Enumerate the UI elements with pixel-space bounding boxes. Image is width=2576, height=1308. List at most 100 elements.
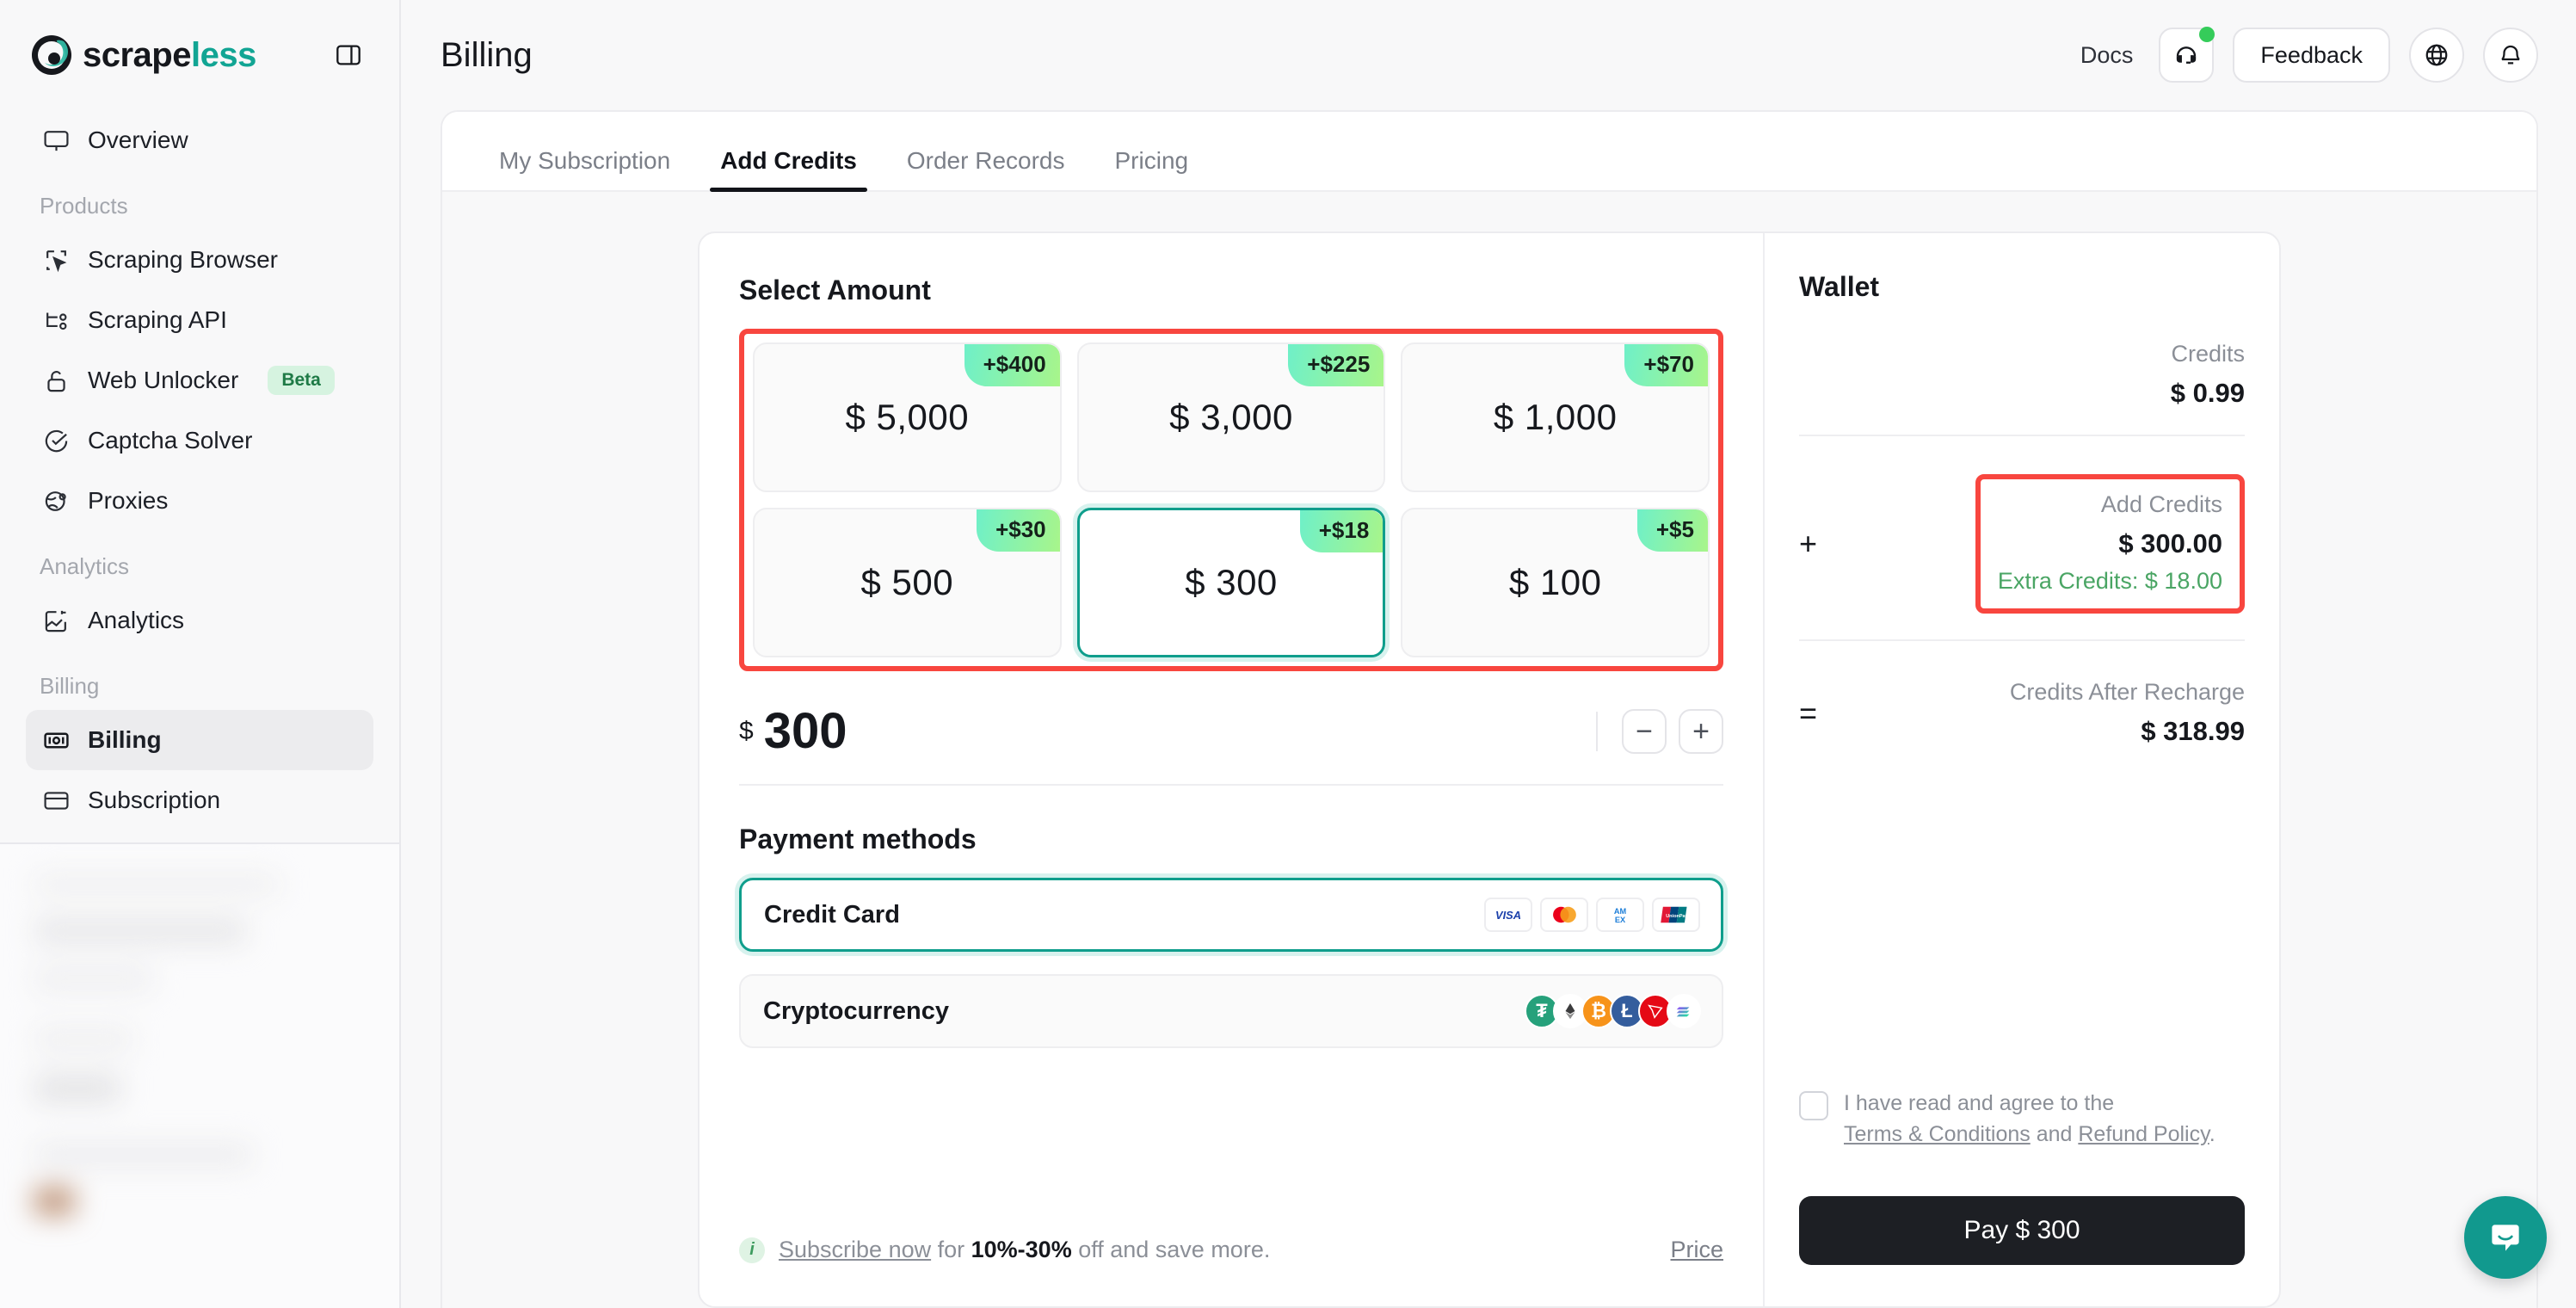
svg-text:AM: AM — [1614, 907, 1627, 916]
billing-content-card: My Subscription Add Credits Order Record… — [441, 110, 2538, 1308]
blur-line — [34, 1027, 133, 1052]
amount-input[interactable]: 300 — [764, 702, 847, 760]
price-link[interactable]: Price — [1670, 1237, 1723, 1263]
wallet-values: Credits $ 0.99 — [2171, 341, 2245, 409]
sidebar-item-label: Subscription — [88, 787, 220, 814]
add-credits-annotation-box: Add Credits $ 300.00 Extra Credits: $ 18… — [1975, 474, 2245, 614]
sidebar-item-label: Overview — [88, 126, 188, 154]
custom-amount-row: $ 300 − + — [739, 702, 1723, 786]
blur-line — [34, 873, 279, 896]
amount-stepper: − + — [1596, 709, 1723, 754]
sidebar-item-label: Web Unlocker — [88, 367, 238, 394]
sidebar-item-label: Billing — [88, 726, 162, 754]
sidebar-nav: Overview Products Scraping Browser Scrap… — [0, 110, 399, 830]
bonus-badge: +$225 — [1288, 344, 1384, 386]
amount-option-100[interactable]: +$5 $ 100 — [1401, 508, 1710, 657]
docs-link[interactable]: Docs — [2080, 42, 2134, 69]
sidebar-item-overview[interactable]: Overview — [26, 110, 373, 170]
tab-pricing[interactable]: Pricing — [1105, 147, 1199, 190]
sidebar-item-label: Analytics — [88, 607, 184, 634]
sidebar-item-subscription[interactable]: Subscription — [26, 770, 373, 830]
crypto-brand-icons: ₮ ₿ Ł — [1525, 994, 1701, 1028]
amount-option-300[interactable]: +$18 $ 300 — [1077, 508, 1386, 657]
bonus-badge: +$30 — [977, 509, 1060, 552]
sidebar-item-label: Scraping Browser — [88, 246, 278, 274]
decrement-button[interactable]: − — [1622, 709, 1667, 754]
globe-icon[interactable] — [2409, 28, 2464, 83]
tab-my-subscription[interactable]: My Subscription — [489, 147, 681, 190]
stepper-divider — [1596, 712, 1598, 751]
blur-line — [34, 1144, 252, 1166]
sidebar-item-scraping-browser[interactable]: Scraping Browser — [26, 230, 373, 290]
sidebar-item-analytics[interactable]: Analytics — [26, 590, 373, 651]
amount-option-3000[interactable]: +$225 $ 3,000 — [1077, 342, 1386, 492]
blur-line — [34, 1075, 120, 1102]
amount-option-1000[interactable]: +$70 $ 1,000 — [1401, 342, 1710, 492]
beta-badge: Beta — [268, 366, 335, 395]
blur-line — [34, 966, 153, 992]
amount-label: $ 100 — [1509, 562, 1602, 603]
feedback-button[interactable]: Feedback — [2233, 28, 2390, 83]
sidebar-item-label: Scraping API — [88, 306, 227, 334]
tab-panel-add-credits: Select Amount +$400 $ 5,000 +$225 $ 3,00… — [442, 192, 2536, 1308]
refund-policy-link[interactable]: Refund Policy — [2078, 1122, 2209, 1146]
payment-method-label: Credit Card — [764, 901, 900, 929]
payment-method-credit-card[interactable]: Credit Card VISA AMEX — [739, 878, 1723, 952]
terms-checkbox[interactable] — [1799, 1091, 1828, 1120]
unionpay-icon: UnionPay — [1652, 898, 1700, 932]
page-title: Billing — [441, 36, 533, 75]
sidebar: scrapeless Overview Products Scraping Br… — [0, 0, 401, 1308]
sidebar-item-captcha-solver[interactable]: Captcha Solver — [26, 410, 373, 471]
status-dot — [2199, 27, 2215, 42]
top-actions: Docs Feedback — [2080, 28, 2538, 83]
terms-suffix: . — [2209, 1122, 2215, 1146]
sidebar-account-blurred-region — [0, 844, 399, 1308]
wallet-operator: + — [1799, 526, 1851, 562]
sidebar-item-scraping-api[interactable]: Scraping API — [26, 290, 373, 350]
wallet-operator: = — [1799, 695, 1851, 731]
tab-add-credits[interactable]: Add Credits — [710, 147, 867, 190]
payment-method-label: Cryptocurrency — [763, 997, 949, 1026]
card-brand-icons: VISA AMEX UnionPay — [1484, 898, 1700, 932]
sidebar-item-proxies[interactable]: Proxies — [26, 471, 373, 531]
sidebar-item-label: Proxies — [88, 487, 168, 515]
blurred-content — [0, 844, 399, 1266]
top-bar: Billing Docs Feedback — [401, 0, 2576, 110]
tab-order-records[interactable]: Order Records — [897, 147, 1075, 190]
brand-name: scrapeless — [83, 36, 256, 75]
svg-text:UnionPay: UnionPay — [1666, 914, 1688, 919]
amount-option-500[interactable]: +$30 $ 500 — [753, 508, 1062, 657]
monitor-icon — [41, 126, 71, 155]
amount-label: $ 500 — [861, 562, 954, 603]
amount-option-5000[interactable]: +$400 $ 5,000 — [753, 342, 1062, 492]
amount-label: $ 1,000 — [1494, 397, 1618, 438]
chat-bubble-icon[interactable] — [2464, 1196, 2547, 1279]
main-area: Billing Docs Feedback My Subscription — [401, 0, 2576, 1308]
sidebar-item-label: Captcha Solver — [88, 427, 252, 454]
panel-left-icon[interactable] — [329, 35, 368, 75]
wallet-amount: $ 0.99 — [2171, 378, 2245, 409]
blur-line — [34, 918, 246, 944]
sidebar-item-billing[interactable]: Billing — [26, 710, 373, 770]
globe-pin-icon — [41, 486, 71, 515]
wallet-caption: Add Credits — [1998, 491, 2222, 518]
bell-icon[interactable] — [2483, 28, 2538, 83]
select-amount-annotation-box: +$400 $ 5,000 +$225 $ 3,000 +$70 $ 1,000 — [739, 329, 1723, 671]
sidebar-item-web-unlocker[interactable]: Web Unlocker Beta — [26, 350, 373, 410]
payment-method-cryptocurrency[interactable]: Cryptocurrency ₮ ₿ Ł — [739, 974, 1723, 1048]
wallet-title: Wallet — [1799, 271, 2245, 303]
payment-methods-title: Payment methods — [739, 824, 1723, 855]
terms-conditions-link[interactable]: Terms & Conditions — [1844, 1122, 2031, 1146]
subscribe-now-link[interactable]: Subscribe now — [779, 1237, 931, 1262]
increment-button[interactable]: + — [1679, 709, 1723, 754]
support-button[interactable] — [2159, 28, 2214, 83]
wallet-row-add-credits: + Add Credits $ 300.00 Extra Credits: $ … — [1799, 436, 2245, 641]
wallet-caption: Credits After Recharge — [2010, 679, 2245, 706]
scrapeless-logo-icon — [29, 33, 74, 77]
pay-button[interactable]: Pay $ 300 — [1799, 1196, 2245, 1265]
terms-text: I have read and agree to theTerms & Cond… — [1844, 1088, 2215, 1151]
amount-grid: +$400 $ 5,000 +$225 $ 3,000 +$70 $ 1,000 — [753, 342, 1710, 657]
select-amount-title: Select Amount — [739, 275, 1723, 306]
currency-symbol: $ — [739, 717, 754, 746]
unlock-icon — [41, 366, 71, 395]
